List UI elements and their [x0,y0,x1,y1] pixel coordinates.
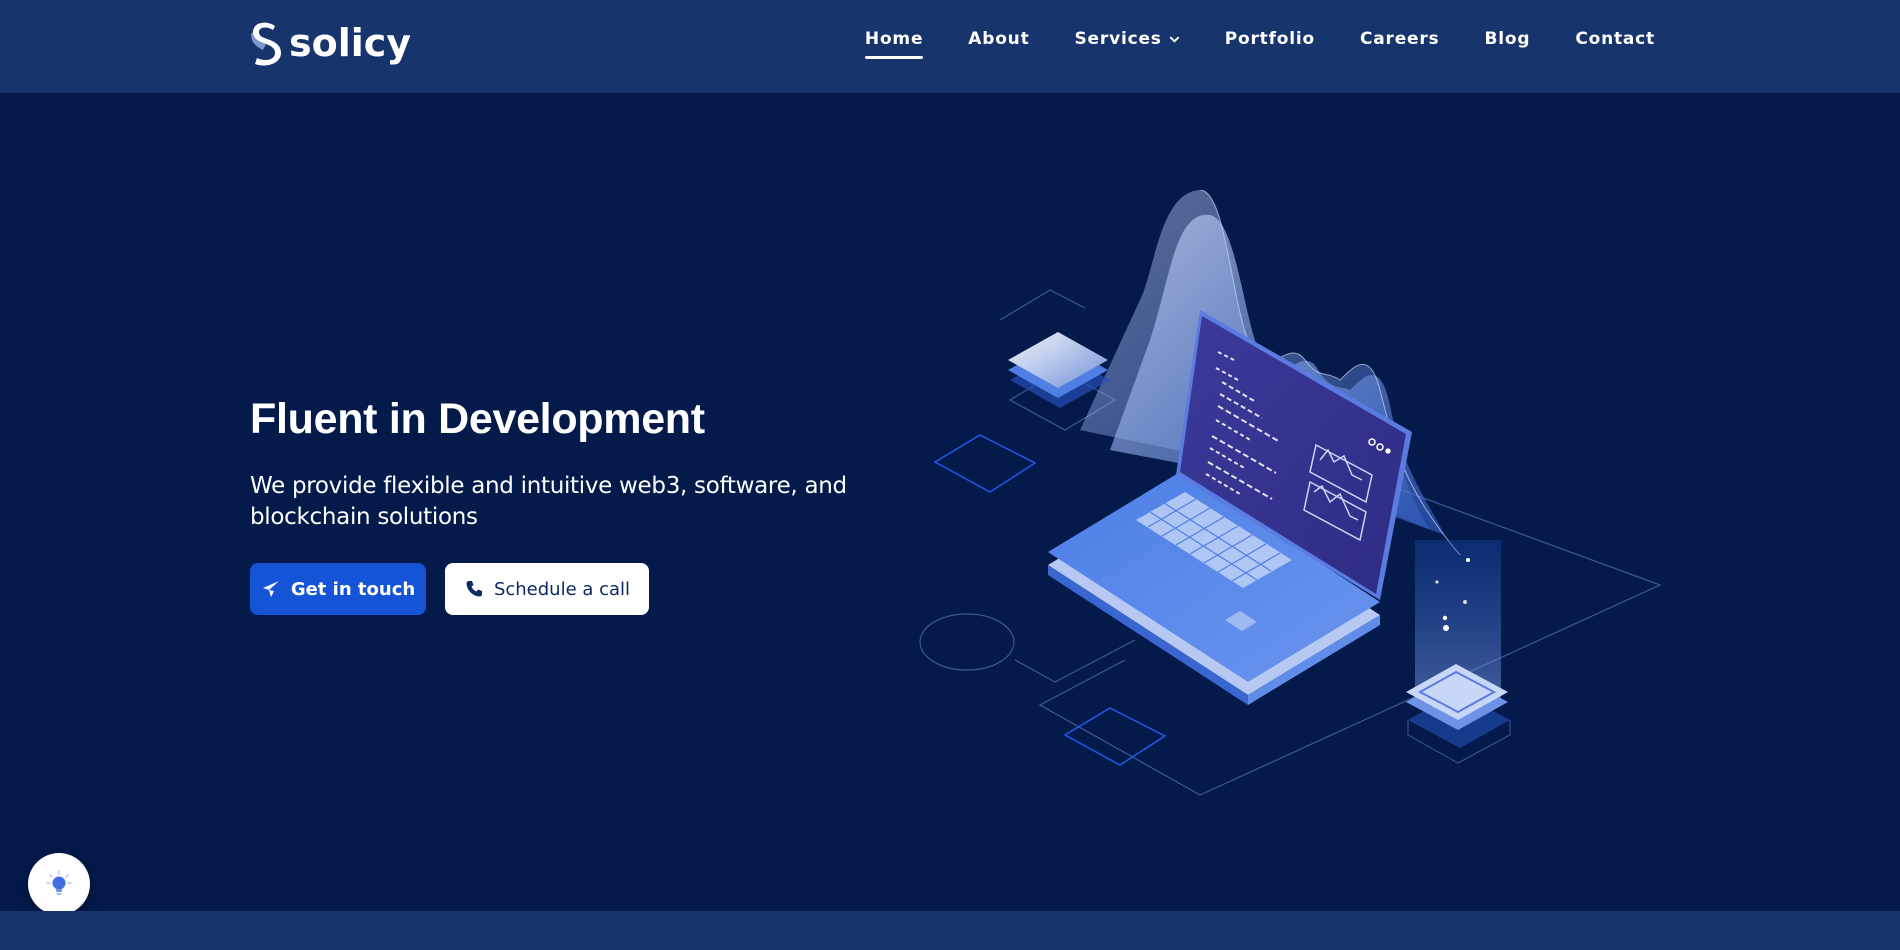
logo[interactable]: solicy [249,19,411,67]
nav-careers[interactable]: Careers [1360,29,1440,59]
nav-about-label: About [968,29,1030,49]
schedule-call-label: Schedule a call [493,578,631,600]
nav-services-label: Services [1074,29,1162,49]
main-nav: Home About Services Portfolio Careers Bl… [820,29,1655,59]
hero-subtitle: We provide flexible and intuitive web3, … [250,473,847,530]
paper-plane-icon [262,581,279,597]
hero-title: Fluent in Development [250,395,705,443]
schedule-call-button[interactable]: Schedule a call [445,563,649,615]
site-header: solicy Home About Services Portfolio Car… [0,0,1900,93]
logo-text: solicy [289,21,412,65]
phone-icon [466,581,482,597]
nav-portfolio[interactable]: Portfolio [1225,29,1315,59]
solicy-s-logo-icon [251,22,281,66]
isometric-laptop-chart-illustration [919,190,1662,796]
nav-blog[interactable]: Blog [1484,29,1530,59]
lightbulb-help-button[interactable] [28,853,90,915]
nav-portfolio-label: Portfolio [1224,29,1315,49]
nav-blog-label: Blog [1484,29,1531,49]
get-in-touch-label: Get in touch [290,578,416,600]
lightbulb-icon [46,870,72,895]
nav-about[interactable]: About [968,29,1029,59]
nav-home[interactable]: Home [864,29,924,59]
nav-careers-label: Careers [1359,29,1440,49]
next-section-band [0,911,1900,950]
get-in-touch-button[interactable]: Get in touch [250,563,426,615]
nav-contact[interactable]: Contact [1575,29,1655,59]
nav-services[interactable]: Services [1075,29,1180,59]
chevron-down-icon [1169,36,1179,43]
nav-contact-label: Contact [1575,29,1655,49]
nav-home-label: Home [864,29,924,49]
